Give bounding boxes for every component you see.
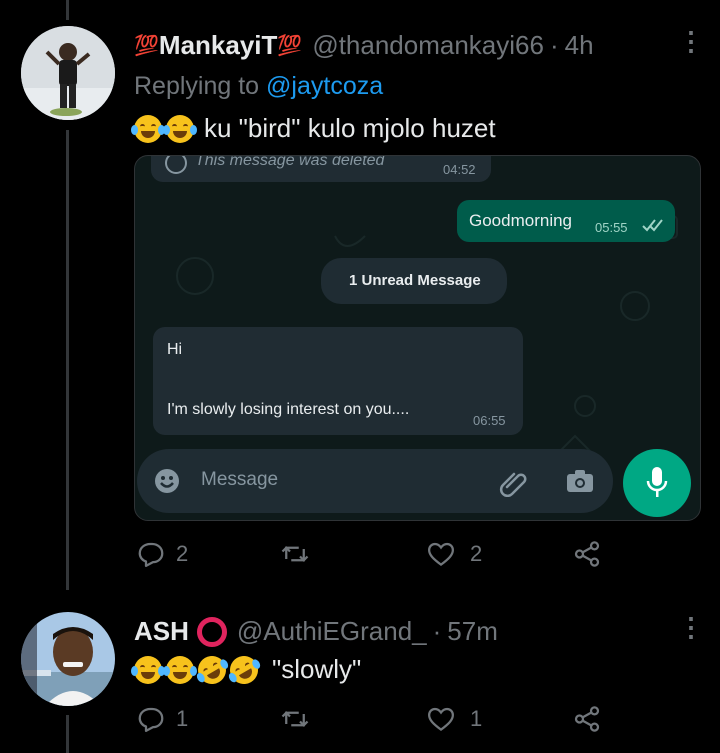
deleted-message-bubble: This message was deleted 04:52: [151, 155, 491, 182]
tweet-header: ASH @AuthiEGrand_ · 57m: [134, 616, 498, 647]
replying-to: Replying to @jaytcoza: [134, 72, 384, 100]
like-icon: [427, 542, 455, 567]
emoji-icon[interactable]: [153, 467, 181, 495]
display-name[interactable]: ASH: [134, 616, 189, 647]
timestamp[interactable]: 4h: [565, 30, 594, 61]
reply-count: 1: [176, 706, 189, 731]
replying-to-handle[interactable]: @jaytcoza: [266, 72, 383, 100]
thread-line-top: [66, 0, 69, 20]
rofl-icon: [192, 650, 232, 689]
laughing-tears-icon: [163, 114, 197, 143]
laughing-tears-icon: [131, 655, 165, 684]
retweet-button[interactable]: [280, 539, 310, 569]
timestamp[interactable]: 57m: [447, 616, 498, 647]
avatar[interactable]: [21, 612, 115, 706]
user-handle[interactable]: @thandomankayi66: [312, 30, 544, 61]
retweet-icon: [281, 711, 309, 727]
deleted-icon: [165, 156, 187, 174]
retweet-button[interactable]: [280, 704, 310, 734]
incoming-message-line2: I'm slowly losing interest on you....: [167, 401, 410, 418]
hundred-icon: 💯: [134, 35, 159, 57]
like-count: 2: [470, 541, 483, 566]
deleted-message-time: 04:52: [443, 162, 476, 177]
tweet-text: ku "bird" kulo mjolo huzet: [131, 113, 496, 144]
tweet-body: "slowly": [272, 654, 362, 684]
incoming-message-line1: Hi: [167, 341, 183, 358]
unread-messages-pill: 1 Unread Message: [321, 258, 507, 304]
unread-messages-label: 1 Unread Message: [349, 272, 481, 289]
tweet-text: "slowly": [131, 650, 362, 689]
retweet-icon: [281, 546, 309, 562]
like-button[interactable]: 1: [426, 704, 482, 734]
share-button[interactable]: [572, 539, 602, 569]
share-icon: [574, 541, 600, 567]
red-circle-icon: [196, 616, 227, 647]
rofl-icon: [224, 650, 264, 689]
separator-dot: ·: [432, 616, 442, 646]
share-icon: [574, 706, 600, 732]
thread-line-main: [66, 130, 69, 590]
like-icon: [427, 707, 455, 732]
avatar[interactable]: [21, 26, 115, 120]
hundred-icon: 💯: [277, 35, 303, 57]
incoming-message-bubble: Hi I'm slowly losing interest on you....…: [153, 327, 523, 435]
share-button[interactable]: [572, 704, 602, 734]
like-button[interactable]: 2: [426, 539, 482, 569]
mic-icon: [646, 467, 668, 497]
message-input-bar[interactable]: Message: [137, 449, 613, 513]
camera-icon[interactable]: [565, 467, 595, 495]
like-count: 1: [470, 706, 483, 731]
reply-icon: [138, 542, 164, 567]
outgoing-message-bubble: Goodmorning 05:55: [457, 200, 675, 242]
tweet-header: 💯 MankayiT 💯 @thandomankayi66 · 4h: [134, 30, 594, 61]
laughing-tears-icon: [131, 114, 165, 143]
laughing-tears-icon: [163, 655, 197, 684]
deleted-message-text: This message was deleted: [195, 155, 385, 169]
thread-line-bottom: [66, 715, 69, 753]
reply-count: 2: [176, 541, 189, 566]
separator-dot: ·: [549, 30, 559, 60]
display-name[interactable]: MankayiT: [159, 30, 278, 61]
reply-button[interactable]: 1: [136, 704, 188, 734]
tweet-body: ku "bird" kulo mjolo huzet: [204, 113, 496, 143]
tweet-media-image[interactable]: This message was deleted 04:52 Goodmorni…: [134, 155, 701, 521]
check-icon: [642, 219, 663, 232]
outgoing-message-time: 05:55: [595, 220, 628, 235]
more-icon[interactable]: ⋮: [678, 614, 704, 640]
outgoing-message-text: Goodmorning: [469, 211, 573, 230]
reply-icon: [138, 707, 164, 732]
user-handle[interactable]: @AuthiEGrand_: [237, 616, 427, 647]
mic-button[interactable]: [623, 449, 691, 517]
message-input-placeholder[interactable]: Message: [201, 469, 278, 491]
incoming-message-time: 06:55: [473, 413, 506, 428]
attach-icon[interactable]: [499, 467, 529, 497]
more-icon[interactable]: ⋮: [678, 28, 704, 54]
reply-button[interactable]: 2: [136, 539, 188, 569]
